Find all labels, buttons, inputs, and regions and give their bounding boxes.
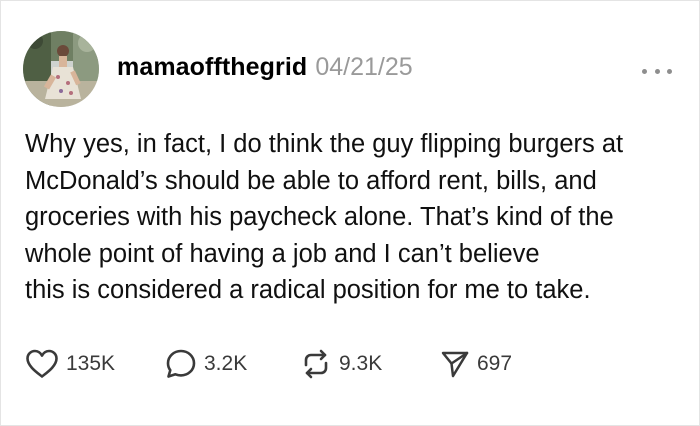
speech-bubble-icon bbox=[166, 349, 196, 378]
username[interactable]: mamaoffthegrid bbox=[117, 53, 307, 82]
post-text-line: groceries with his paycheck alone. That’… bbox=[25, 203, 614, 231]
reply-count: 3.2K bbox=[204, 352, 248, 375]
more-dot bbox=[654, 68, 660, 74]
post-header: mamaoffthegrid 04/21/25 bbox=[117, 53, 413, 87]
repost-button[interactable]: 9.3K bbox=[300, 347, 382, 381]
share-count: 697 bbox=[477, 352, 513, 375]
post-text-line: Why yes, in fact, I do think the guy fli… bbox=[25, 130, 624, 158]
action-bar: 135K 3.2K 9.3K 697 bbox=[25, 347, 625, 381]
more-options-icon[interactable] bbox=[642, 67, 672, 75]
avatar-photo bbox=[23, 31, 99, 107]
post-card: mamaoffthegrid 04/21/25 Why yes, in fact… bbox=[0, 0, 700, 426]
more-dot bbox=[642, 68, 647, 74]
paper-plane-icon bbox=[441, 351, 469, 378]
repost-count: 9.3K bbox=[339, 352, 383, 375]
like-button[interactable]: 135K bbox=[25, 347, 115, 381]
avatar[interactable] bbox=[23, 31, 99, 107]
repost-arrows-icon bbox=[304, 349, 328, 379]
post-text: Why yes, in fact, I do think the guy fli… bbox=[25, 126, 685, 309]
share-button[interactable]: 697 bbox=[440, 347, 512, 381]
heart-icon bbox=[26, 349, 58, 378]
post-text-line: McDonald’s should be able to afford rent… bbox=[25, 166, 597, 195]
more-dot bbox=[667, 68, 672, 74]
post-text-line: whole point of having a job and I can’t … bbox=[25, 239, 540, 268]
reply-button[interactable]: 3.2K bbox=[165, 347, 247, 381]
post-date: 04/21/25 bbox=[315, 53, 413, 81]
post-text-line: this is considered a radical position fo… bbox=[25, 276, 591, 304]
like-count: 135K bbox=[66, 352, 116, 375]
